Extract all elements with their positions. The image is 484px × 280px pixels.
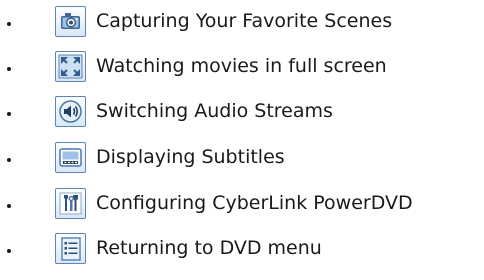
list-item-label: Configuring CyberLink PowerDVD — [96, 192, 413, 214]
speaker-icon — [55, 96, 86, 127]
subtitles-icon — [55, 142, 86, 173]
bullet — [7, 112, 11, 116]
configuration-tools-icon — [55, 188, 86, 219]
list-item-label: Returning to DVD menu — [96, 237, 322, 259]
menu-list-icon — [55, 233, 86, 264]
list-item-label: Capturing Your Favorite Scenes — [96, 10, 393, 32]
bullet — [7, 67, 11, 71]
list-item-label: Displaying Subtitles — [96, 146, 285, 168]
fullscreen-icon — [55, 51, 86, 82]
help-topic-list: Capturing Your Favorite Scenes Watching … — [0, 0, 484, 280]
list-item-dvd-menu[interactable]: Returning to DVD menu — [0, 230, 484, 266]
list-item-full-screen[interactable]: Watching movies in full screen — [0, 48, 484, 84]
list-item-audio-streams[interactable]: Switching Audio Streams — [0, 93, 484, 129]
list-item-label: Watching movies in full screen — [96, 55, 387, 77]
bullet — [7, 249, 11, 253]
list-item-label: Switching Audio Streams — [96, 100, 333, 122]
list-item-subtitles[interactable]: Displaying Subtitles — [0, 139, 484, 175]
list-item-capturing-scenes[interactable]: Capturing Your Favorite Scenes — [0, 3, 484, 39]
list-item-configuring[interactable]: Configuring CyberLink PowerDVD — [0, 185, 484, 221]
bullet — [7, 158, 11, 162]
bullet — [7, 22, 11, 26]
camera-icon — [55, 6, 86, 37]
bullet — [7, 204, 11, 208]
